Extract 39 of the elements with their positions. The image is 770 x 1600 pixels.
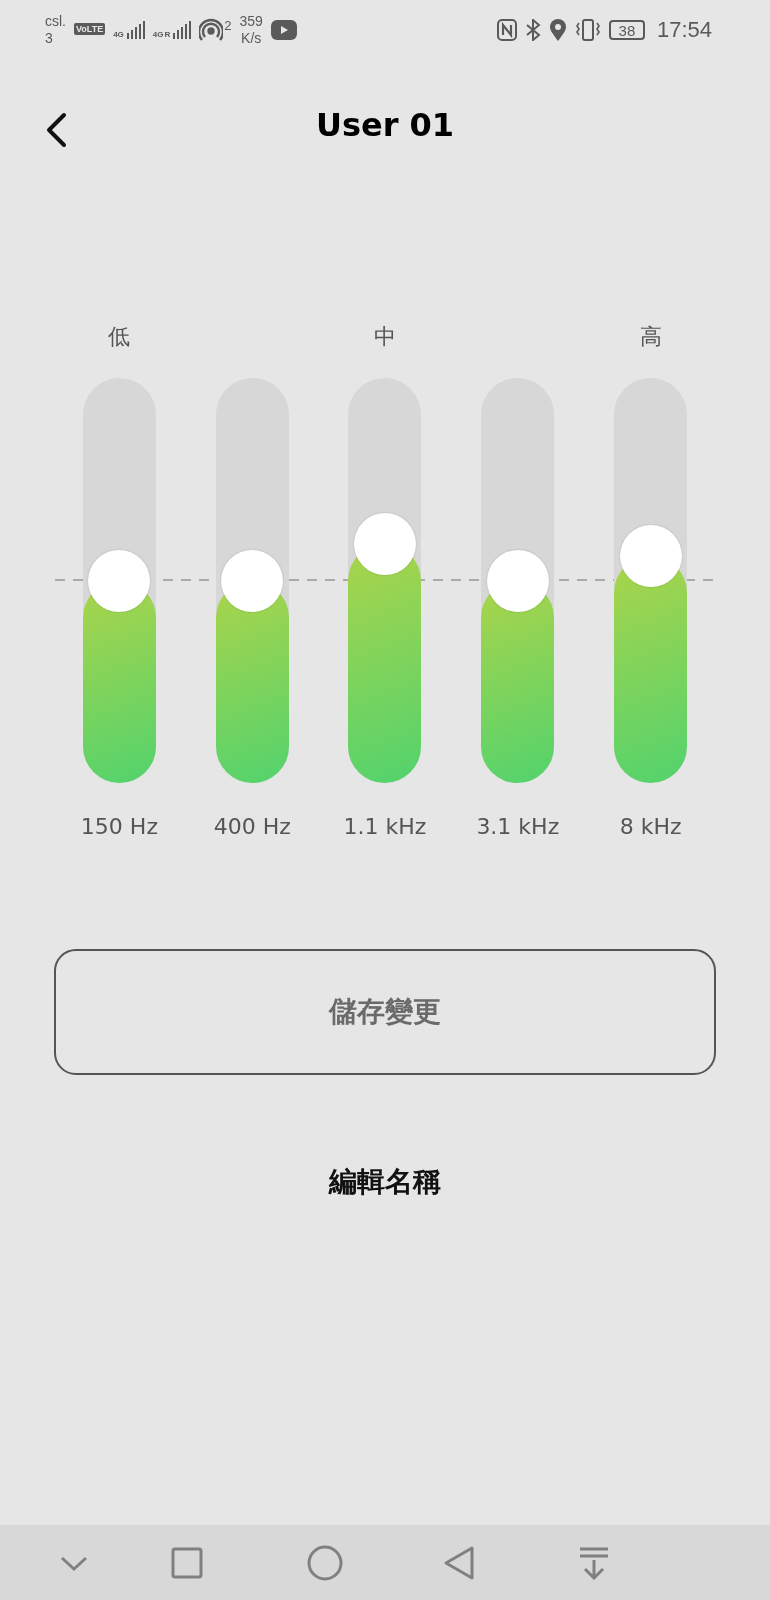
band-label: 中 [374, 324, 396, 349]
save-button[interactable]: 儲存變更 [54, 949, 716, 1075]
back-icon[interactable] [44, 112, 68, 148]
frequency-label: 3.1 kHz [476, 813, 560, 841]
carrier-name: csl. [45, 13, 66, 30]
signal-icon [171, 21, 192, 39]
edit-name-button[interactable]: 編輯名稱 [323, 1157, 447, 1207]
bluetooth-icon [524, 19, 541, 41]
home-icon[interactable] [307, 1544, 343, 1581]
vibrate-icon [574, 19, 601, 41]
frequency-label: 8 kHz [619, 813, 682, 841]
hotspot-icon [199, 18, 224, 42]
signal-icon [124, 21, 145, 39]
play-icon [270, 20, 297, 40]
page-title: User 01 [315, 105, 455, 146]
carrier-name: 3 [45, 30, 54, 47]
slider-thumb[interactable] [486, 549, 549, 612]
roaming-mark: R [164, 30, 171, 39]
hotspot-count: 2 [224, 18, 232, 33]
slider-thumb[interactable] [354, 513, 416, 576]
network-type: 4G [152, 30, 164, 39]
location-icon [548, 19, 567, 41]
battery-level: 38 [608, 20, 645, 40]
nfc-icon [496, 19, 517, 41]
time: 17:54 [656, 17, 712, 43]
frequency-label: 400 Hz [213, 813, 291, 841]
slider-thumb[interactable] [619, 525, 682, 588]
volte-badge: VoLTE [74, 23, 106, 35]
frequency-label: 1.1 kHz [343, 813, 427, 841]
speed-unit: K/s [241, 30, 262, 47]
band-label: 低 [108, 324, 131, 349]
network-type: 4G [113, 30, 124, 39]
download-icon[interactable] [579, 1545, 609, 1580]
recent-apps-icon[interactable] [171, 1546, 203, 1579]
frequency-label: 150 Hz [80, 813, 158, 841]
slider-thumb[interactable] [221, 549, 284, 612]
slider-thumb[interactable] [88, 549, 151, 612]
band-label: 高 [639, 324, 662, 349]
network-speed: 359 [239, 13, 263, 30]
